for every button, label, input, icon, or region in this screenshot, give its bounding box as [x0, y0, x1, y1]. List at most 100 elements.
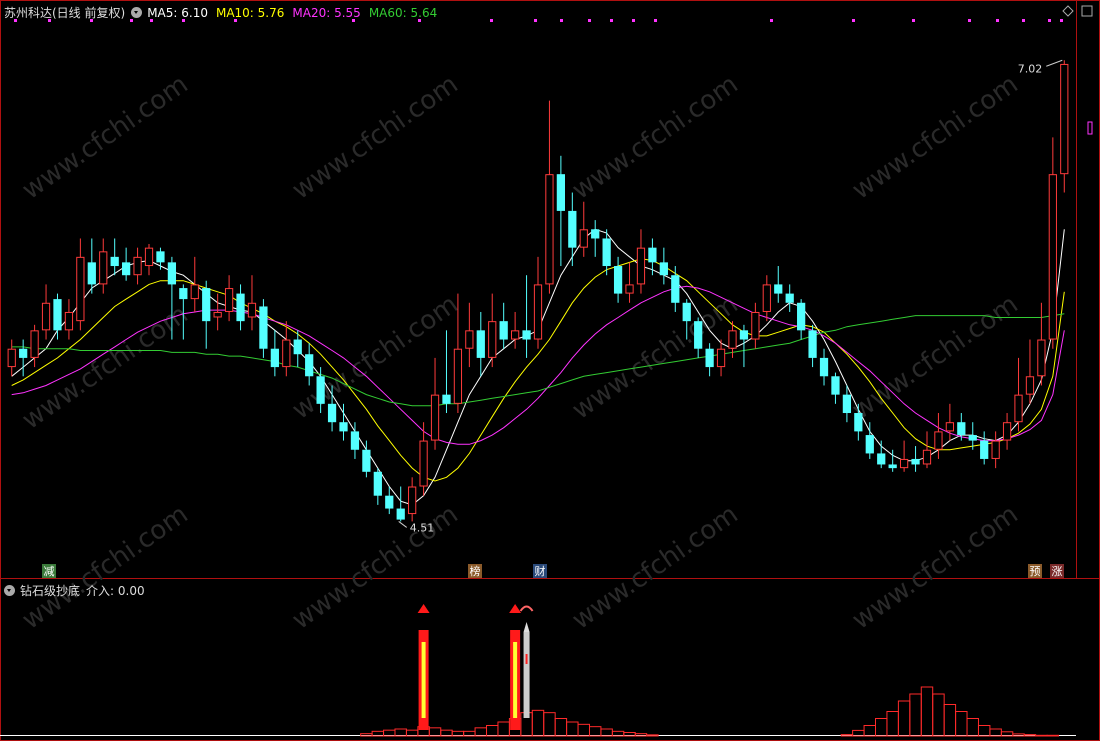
indicator-bar: [474, 727, 488, 737]
candle-down: [819, 357, 829, 377]
ma20-label: MA20: 5.55: [292, 5, 361, 20]
candle-up: [945, 422, 954, 432]
candle-down: [122, 262, 131, 276]
candle-down: [110, 256, 119, 267]
candle-down: [671, 275, 680, 303]
candle-up: [76, 256, 85, 322]
candle-down: [396, 508, 405, 520]
candle-down: [167, 262, 177, 285]
candle-up: [144, 247, 154, 267]
candle-up: [1048, 174, 1057, 340]
indicator-bar: [932, 693, 945, 737]
candle-down: [385, 495, 394, 509]
candle-down: [831, 376, 840, 395]
candle-down: [591, 229, 600, 239]
indicator-bar: [955, 711, 968, 737]
candle-down: [327, 403, 337, 423]
candle-up: [899, 458, 909, 469]
candle-up: [465, 330, 474, 349]
candle-up: [922, 449, 932, 465]
candle-down: [259, 306, 268, 349]
candle-up: [430, 394, 440, 441]
indicator-bar: [360, 733, 373, 737]
rocket-body-icon: [523, 632, 530, 718]
candle-up: [408, 486, 417, 515]
watermark-text: www.cfchi.com: [847, 289, 1024, 425]
candle-up: [533, 284, 543, 340]
event-dot: [610, 19, 613, 22]
watermark-text: www.cfchi.com: [847, 499, 1024, 635]
indicator-bar: [566, 721, 579, 737]
indicator-bar: [920, 686, 934, 737]
candle-down: [19, 348, 28, 358]
candle-down: [476, 330, 485, 358]
candle-down: [682, 302, 691, 322]
candle-down: [499, 321, 508, 340]
candle-up: [41, 302, 51, 331]
candle-down: [556, 174, 566, 211]
candle-up: [190, 284, 199, 300]
ma60-label: MA60: 5.64: [368, 5, 438, 20]
candle-down: [854, 413, 863, 432]
candle-up: [224, 288, 234, 312]
signal-bar-inner: [513, 642, 518, 718]
watermark-text: www.cfchi.com: [847, 69, 1024, 205]
candle-down: [373, 471, 382, 496]
indicator-bar: [588, 726, 602, 737]
watermark-text: www.cfchi.com: [17, 69, 194, 205]
event-marker-label: 榜: [470, 564, 481, 578]
candle-down: [316, 376, 325, 404]
indicator-toggle-icon[interactable]: [4, 585, 15, 596]
candle-down: [739, 330, 749, 340]
indicator-bar: [531, 709, 545, 737]
candle-up: [419, 440, 428, 487]
event-dot: [996, 19, 999, 22]
candle-down: [236, 293, 245, 322]
event-dot: [852, 19, 855, 22]
event-marker-label: 财: [535, 564, 546, 578]
candle-up: [991, 440, 1000, 459]
candle-down: [705, 348, 714, 368]
candle-up: [751, 311, 760, 340]
indicator-bar: [428, 727, 442, 737]
candle-up: [7, 348, 16, 368]
watermark-text: www.cfchi.com: [567, 499, 744, 635]
signal-arrow-icon: [509, 604, 522, 613]
candle-up: [579, 229, 588, 248]
signal-bar-inner: [421, 642, 426, 718]
edge-marker: [1087, 121, 1093, 135]
candle-down: [797, 302, 806, 331]
candle-up: [30, 330, 39, 358]
candle-down: [305, 354, 314, 377]
chart-canvas: www.cfchi.com www.cfchi.com www.cfchi.com w…: [0, 0, 1100, 741]
collapse-toggle-icon[interactable]: [131, 7, 143, 18]
event-dot: [490, 19, 493, 22]
candle-down: [53, 299, 62, 331]
candle-down: [808, 330, 817, 358]
indicator-bar: [989, 728, 1002, 737]
candle-up: [934, 431, 943, 450]
indicator-bar: [875, 718, 888, 737]
indicator-header: 钻石级抄底 介入: 0.00: [4, 582, 145, 599]
candle-up: [133, 256, 142, 276]
indicator-bar: [897, 700, 911, 737]
candle-up: [1037, 339, 1046, 377]
candle-down: [442, 394, 451, 404]
candle-up: [282, 339, 291, 368]
event-dot: [588, 19, 591, 22]
high-price-label: 7.02: [1018, 62, 1043, 75]
candle-up: [1060, 63, 1069, 175]
candle-down: [774, 284, 783, 294]
indicator-panel: [360, 604, 1060, 737]
indicator-bar: [966, 718, 979, 737]
indicator-bar: [497, 721, 510, 737]
candle-up: [716, 348, 726, 368]
indicator-bar: [577, 723, 590, 737]
watermark-text: www.cfchi.com: [287, 69, 464, 205]
candle-down: [613, 266, 623, 294]
watermark-text: www.cfchi.com: [567, 69, 744, 205]
candle-down: [87, 262, 96, 285]
candle-down: [339, 422, 348, 432]
event-dot: [912, 19, 915, 22]
candle-down: [270, 348, 279, 368]
